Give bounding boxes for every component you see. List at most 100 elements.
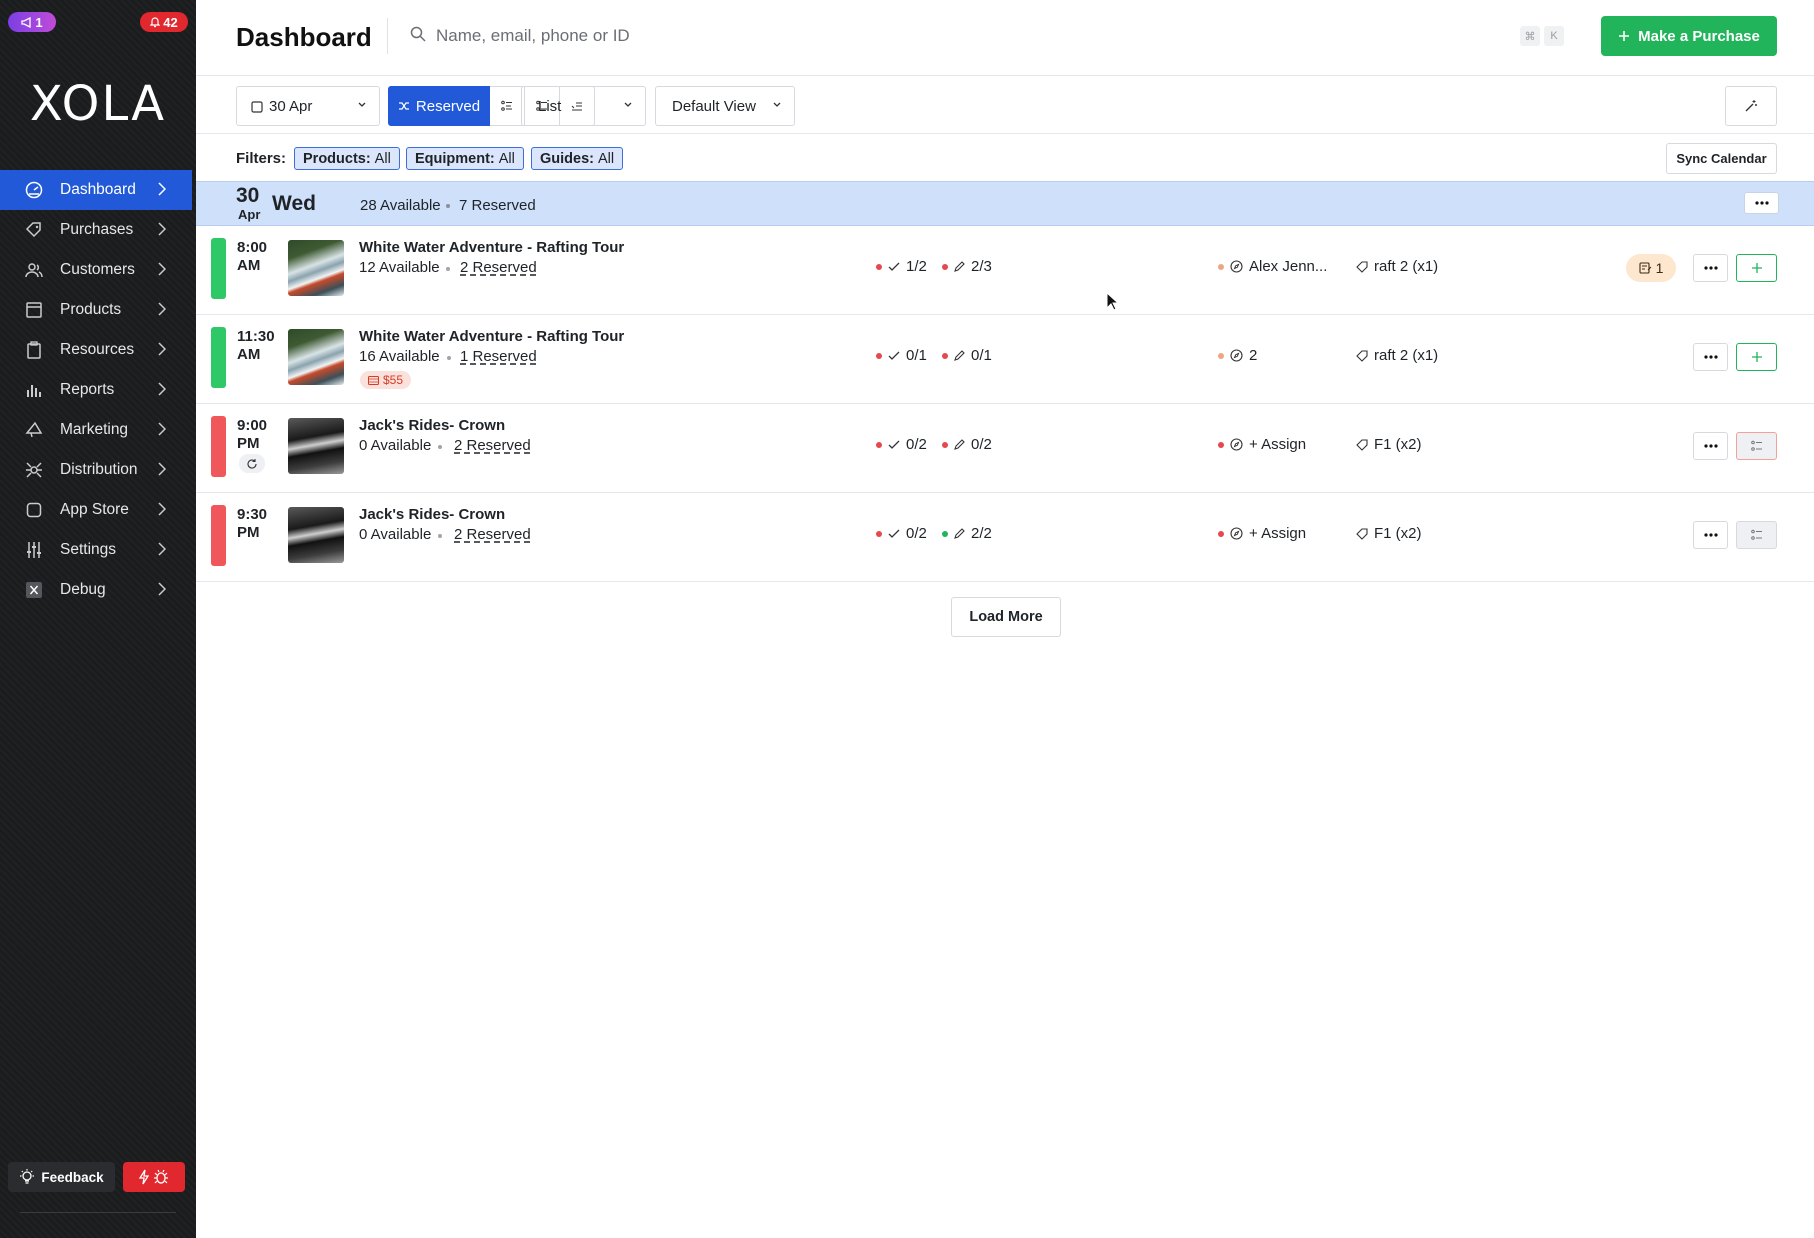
load-more-button[interactable]: Load More: [951, 597, 1061, 637]
event-row[interactable]: 8:00 AM White Water Adventure - Rafting T…: [196, 226, 1814, 315]
note-icon: [1639, 262, 1651, 274]
nav-products[interactable]: Products: [0, 290, 192, 330]
equipment-stat[interactable]: raft 2 (x1): [1356, 347, 1438, 364]
event-row[interactable]: 11:30 AM White Water Adventure - Rafting …: [196, 315, 1814, 404]
equipment-stat[interactable]: raft 2 (x1): [1356, 258, 1438, 275]
day-header: 30 Apr Wed 28 Available 7 Reserved: [196, 181, 1814, 226]
nav-distribution[interactable]: Distribution: [0, 450, 192, 490]
layout-select[interactable]: List: [521, 86, 646, 126]
chevron-down-icon: [773, 102, 781, 107]
nav-marketing[interactable]: Marketing: [0, 410, 192, 450]
event-row[interactable]: 9:30 PM Jack's Rides- Crown 0 Available 2…: [196, 493, 1814, 582]
view-roster-button[interactable]: [1736, 432, 1777, 460]
nav-reports[interactable]: Reports: [0, 370, 192, 410]
guide-stat[interactable]: + Assign: [1218, 436, 1306, 453]
nav-app-store[interactable]: App Store: [0, 490, 192, 530]
guide-stat[interactable]: + Assign: [1218, 525, 1306, 542]
guide-value: 2: [1249, 347, 1258, 364]
checkin-stat[interactable]: 0/2: [876, 436, 927, 453]
title-divider: [387, 18, 388, 54]
plus-icon: [1751, 352, 1762, 362]
checkin-stat[interactable]: 0/1: [876, 347, 927, 364]
view-option-1[interactable]: [490, 86, 525, 126]
filter-chip-guides[interactable]: Guides: All: [531, 147, 624, 170]
nav-customers[interactable]: Customers: [0, 250, 192, 290]
nav-debug[interactable]: Debug: [0, 570, 192, 610]
guide-assign[interactable]: + Assign: [1249, 525, 1306, 542]
compass-icon: [1230, 527, 1243, 540]
chip-value: All: [597, 150, 615, 167]
product-thumbnail[interactable]: [288, 418, 344, 474]
time-value: 9:30: [237, 506, 268, 523]
pencil-icon: [954, 439, 965, 450]
nav-label: Debug: [60, 581, 106, 598]
magic-wand-button[interactable]: [1725, 86, 1777, 126]
reserved-link[interactable]: 2 Reserved: [454, 437, 531, 454]
equipment-stat[interactable]: F1 (x2): [1356, 436, 1422, 453]
saved-view-value: Default View: [672, 97, 756, 115]
reserved-link[interactable]: 1 Reserved: [460, 348, 537, 365]
row-more-button[interactable]: [1693, 432, 1728, 460]
equipment-stat[interactable]: F1 (x2): [1356, 525, 1422, 542]
row-more-button[interactable]: [1693, 254, 1728, 282]
nav-settings[interactable]: Settings: [0, 530, 192, 570]
add-booking-button[interactable]: [1736, 254, 1777, 282]
available-count: 16 Available: [359, 348, 440, 365]
notes-badge[interactable]: 1: [1626, 254, 1676, 282]
product-thumbnail[interactable]: [288, 240, 344, 296]
checkin-stat[interactable]: 0/2: [876, 525, 927, 542]
date-picker[interactable]: 30 Apr: [236, 86, 380, 126]
product-thumbnail[interactable]: [288, 329, 344, 385]
status-bar: [211, 416, 226, 477]
waiver-stat[interactable]: 0/2: [942, 436, 992, 453]
event-row[interactable]: 9:00 PM Jack's Rides- Crown 0 Available 2…: [196, 404, 1814, 493]
distribution-icon: [24, 460, 44, 480]
waiver-stat[interactable]: 2/2: [942, 525, 992, 542]
product-name[interactable]: Jack's Rides- Crown: [359, 506, 505, 523]
tag-icon: [1356, 438, 1368, 451]
row-more-button[interactable]: [1693, 343, 1728, 371]
report-bug-button[interactable]: [123, 1162, 185, 1192]
checkin-stat[interactable]: 1/2: [876, 258, 927, 275]
available-count: 0 Available: [359, 437, 432, 454]
guide-stat[interactable]: Alex Jenn...: [1218, 258, 1327, 275]
product-thumbnail[interactable]: [288, 507, 344, 563]
nav-dashboard[interactable]: Dashboard: [0, 170, 192, 210]
list-check-icon: [501, 100, 512, 111]
guide-assign[interactable]: + Assign: [1249, 436, 1306, 453]
status-dot: [1218, 441, 1224, 448]
filter-chip-equipment[interactable]: Equipment: All: [406, 147, 524, 170]
nav-resources[interactable]: Resources: [0, 330, 192, 370]
sync-calendar-button[interactable]: Sync Calendar: [1666, 143, 1777, 174]
add-booking-button[interactable]: [1736, 343, 1777, 371]
waiver-stat[interactable]: 2/3: [942, 258, 992, 275]
guide-stat[interactable]: 2: [1218, 347, 1257, 364]
saved-view-select[interactable]: Default View: [655, 86, 795, 126]
product-name[interactable]: Jack's Rides- Crown: [359, 417, 505, 434]
reserved-link[interactable]: 2 Reserved: [454, 526, 531, 543]
product-name[interactable]: White Water Adventure - Rafting Tour: [359, 239, 624, 256]
announcements-button[interactable]: 1: [8, 12, 56, 32]
feedback-button[interactable]: Feedback: [8, 1162, 115, 1192]
day-weekday: Wed: [272, 192, 316, 215]
time-value: 8:00: [237, 239, 268, 256]
status-dot: [942, 441, 948, 448]
notifications-button[interactable]: 42: [140, 12, 188, 32]
filter-chip-products[interactable]: Products: All: [294, 147, 400, 170]
day-more-button[interactable]: [1744, 192, 1779, 214]
waiver-value: 2/2: [971, 525, 992, 542]
xola-logo[interactable]: XOLA: [0, 76, 196, 132]
filters-bar: Filters: Products: All Equipment: All Guid…: [196, 134, 1814, 181]
row-more-button[interactable]: [1693, 521, 1728, 549]
view-roster-button[interactable]: [1736, 521, 1777, 549]
make-purchase-button[interactable]: Make a Purchase: [1601, 16, 1777, 56]
waiver-stat[interactable]: 0/1: [942, 347, 992, 364]
reserved-view-button[interactable]: Reserved: [388, 86, 490, 126]
reserved-link[interactable]: 2 Reserved: [460, 259, 537, 276]
nav-purchases[interactable]: Purchases: [0, 210, 192, 250]
day-available-count: 28 Available: [360, 197, 441, 214]
compass-icon: [1230, 349, 1243, 362]
calendar-icon: [251, 100, 263, 113]
search-input[interactable]: [436, 20, 1036, 52]
product-name[interactable]: White Water Adventure - Rafting Tour: [359, 328, 624, 345]
